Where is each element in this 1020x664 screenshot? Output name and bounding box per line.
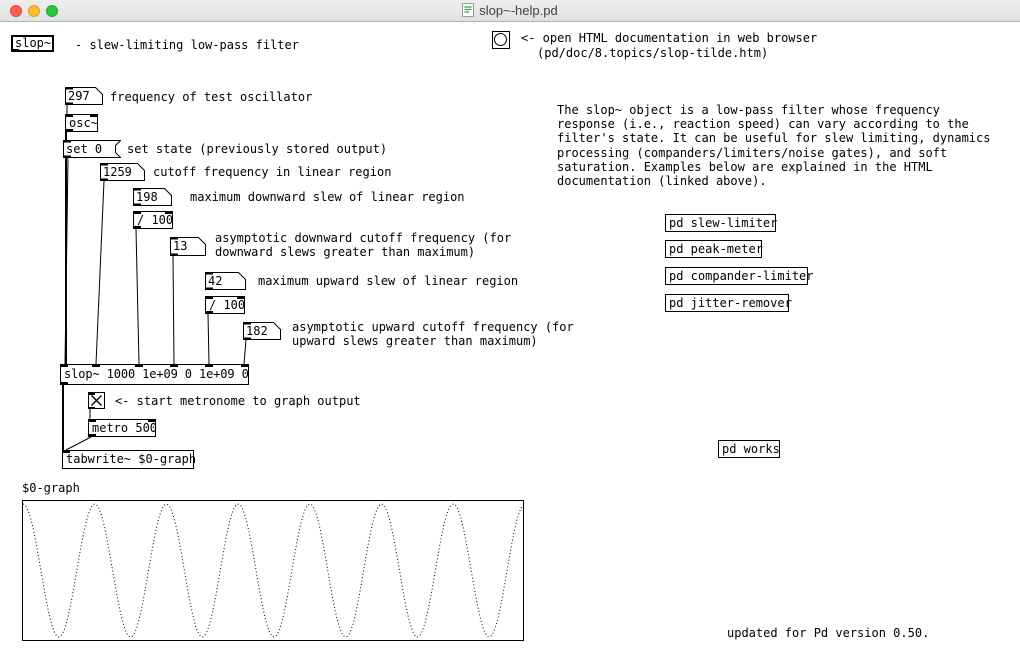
object-label: pd slew-limiter bbox=[669, 216, 777, 230]
number-box-asymptotic-upward-cutoff[interactable]: 182 bbox=[243, 322, 281, 340]
subpatch-slew-limiter[interactable]: pd slew-limiter bbox=[665, 214, 776, 232]
number-box-cutoff-frequency[interactable]: 1259 bbox=[100, 163, 145, 181]
intro-line: The slop~ object is a low-pass filter wh… bbox=[557, 103, 940, 117]
comment-doc-link-1: <- open HTML documentation in web browse… bbox=[521, 31, 817, 45]
graph-label: $0-graph bbox=[22, 481, 80, 495]
object-label: / 100 bbox=[137, 213, 173, 227]
inlet-nub bbox=[60, 364, 68, 367]
outlet-nub bbox=[60, 382, 68, 385]
object-box-divide-100-2: / 100 bbox=[205, 296, 245, 314]
window-titlebar: slop~-help.pd bbox=[0, 0, 1020, 22]
comment-doc-link-2: (pd/doc/8.topics/slop-tilde.htm) bbox=[537, 46, 768, 60]
comment-asymptotic-downward-1: asymptotic downward cutoff frequency (fo… bbox=[215, 231, 511, 245]
main-object-box: slop~ bbox=[11, 35, 54, 52]
inlet-nub bbox=[62, 450, 70, 453]
object-label: pd peak-meter bbox=[669, 242, 763, 256]
graph-canvas bbox=[22, 500, 524, 641]
object-label: osc~ bbox=[69, 116, 98, 130]
subpatch-peak-meter[interactable]: pd peak-meter bbox=[665, 240, 762, 258]
inlet-nub bbox=[170, 364, 178, 367]
footer-note: updated for Pd version 0.50. bbox=[727, 626, 929, 640]
window-title-row: slop~-help.pd bbox=[0, 3, 1020, 18]
bang-circle-icon bbox=[494, 33, 507, 46]
message-label: set 0 bbox=[66, 142, 102, 156]
subpatch-works[interactable]: pd works bbox=[718, 440, 780, 458]
main-object-label: slop~ bbox=[15, 36, 51, 50]
inlet-nub bbox=[205, 296, 213, 299]
subpatch-jitter-remover[interactable]: pd jitter-remover bbox=[665, 294, 789, 312]
number-box-value: 1259 bbox=[103, 165, 132, 179]
waveform bbox=[23, 501, 523, 640]
toggle-checkbox[interactable] bbox=[88, 392, 105, 409]
inlet-nub bbox=[205, 364, 213, 367]
comment-cutoff-frequency: cutoff frequency in linear region bbox=[153, 165, 391, 179]
object-label: / 100 bbox=[209, 298, 245, 312]
number-box-value: 13 bbox=[173, 239, 187, 253]
outlet-nub bbox=[88, 434, 96, 437]
subpatch-compander-limiter[interactable]: pd compander-limiter bbox=[665, 267, 808, 285]
outlet-nub bbox=[133, 226, 141, 229]
number-box-value: 198 bbox=[136, 190, 158, 204]
object-box-osc: osc~ bbox=[65, 114, 98, 132]
inlet-nub bbox=[88, 419, 96, 422]
comment-oscillator-frequency: frequency of test oscillator bbox=[110, 90, 312, 104]
inlet-nub bbox=[237, 296, 245, 299]
window-title: slop~-help.pd bbox=[479, 3, 557, 18]
intro-line: saturation. Examples below are explained… bbox=[557, 160, 933, 174]
number-box-max-downward-slew[interactable]: 198 bbox=[133, 188, 172, 206]
object-label: pd compander-limiter bbox=[669, 269, 814, 283]
inlet-nub bbox=[92, 364, 100, 367]
intro-line: filter's state. It can be useful for sle… bbox=[557, 131, 990, 145]
document-icon bbox=[462, 3, 474, 17]
outlet-nub bbox=[205, 311, 213, 314]
comment-asymptotic-upward-2: upward slews greater than maximum) bbox=[292, 334, 538, 348]
number-box-asymptotic-downward-cutoff[interactable]: 13 bbox=[170, 237, 206, 256]
comment-asymptotic-upward-1: asymptotic upward cutoff frequency (for bbox=[292, 320, 574, 334]
number-box-oscillator-frequency[interactable]: 297 bbox=[65, 87, 103, 105]
object-box-divide-100: / 100 bbox=[133, 211, 173, 229]
object-box-metro: metro 500 bbox=[88, 419, 156, 437]
inlet-nub bbox=[241, 364, 249, 367]
number-box-max-upward-slew[interactable]: 42 bbox=[205, 272, 246, 290]
number-box-value: 297 bbox=[68, 89, 90, 103]
inlet-nub bbox=[88, 392, 95, 395]
comment-max-downward-slew: maximum downward slew of linear region bbox=[190, 190, 465, 204]
object-label: slop~ 1000 1e+09 0 1e+09 0 bbox=[64, 367, 249, 381]
object-box-slop: slop~ 1000 1e+09 0 1e+09 0 bbox=[60, 364, 249, 385]
number-box-value: 182 bbox=[246, 324, 268, 338]
outlet-nub bbox=[11, 49, 19, 52]
object-label: metro 500 bbox=[92, 421, 157, 435]
number-box-value: 42 bbox=[208, 274, 222, 288]
intro-line: response (i.e., reaction speed) can vary… bbox=[557, 117, 969, 131]
comment-max-upward-slew: maximum upward slew of linear region bbox=[258, 274, 518, 288]
comment-start-metronome: <- start metronome to graph output bbox=[115, 394, 361, 408]
object-box-tabwrite: tabwrite~ $0-graph bbox=[62, 450, 194, 469]
inlet-nub bbox=[133, 211, 141, 214]
inlet-nub bbox=[165, 211, 173, 214]
comment-set-state: set state (previously stored output) bbox=[127, 142, 387, 156]
object-label: pd jitter-remover bbox=[669, 296, 792, 310]
object-label: pd works bbox=[722, 442, 780, 456]
outlet-nub bbox=[88, 407, 95, 410]
inlet-nub bbox=[65, 114, 73, 117]
message-box-set-state[interactable]: set 0 bbox=[63, 140, 121, 158]
inlet-nub bbox=[135, 364, 143, 367]
intro-line: processing (companders/limiters/noise ga… bbox=[557, 146, 947, 160]
comment-description: - slew-limiting low-pass filter bbox=[75, 38, 299, 52]
object-label: tabwrite~ $0-graph bbox=[66, 452, 196, 466]
outlet-nub bbox=[65, 129, 73, 132]
inlet-nub bbox=[90, 114, 98, 117]
bang-button[interactable] bbox=[492, 31, 510, 49]
inlet-nub bbox=[148, 419, 156, 422]
intro-line: documentation (linked above). bbox=[557, 174, 767, 188]
comment-asymptotic-downward-2: downward slews greater than maximum) bbox=[215, 245, 475, 259]
